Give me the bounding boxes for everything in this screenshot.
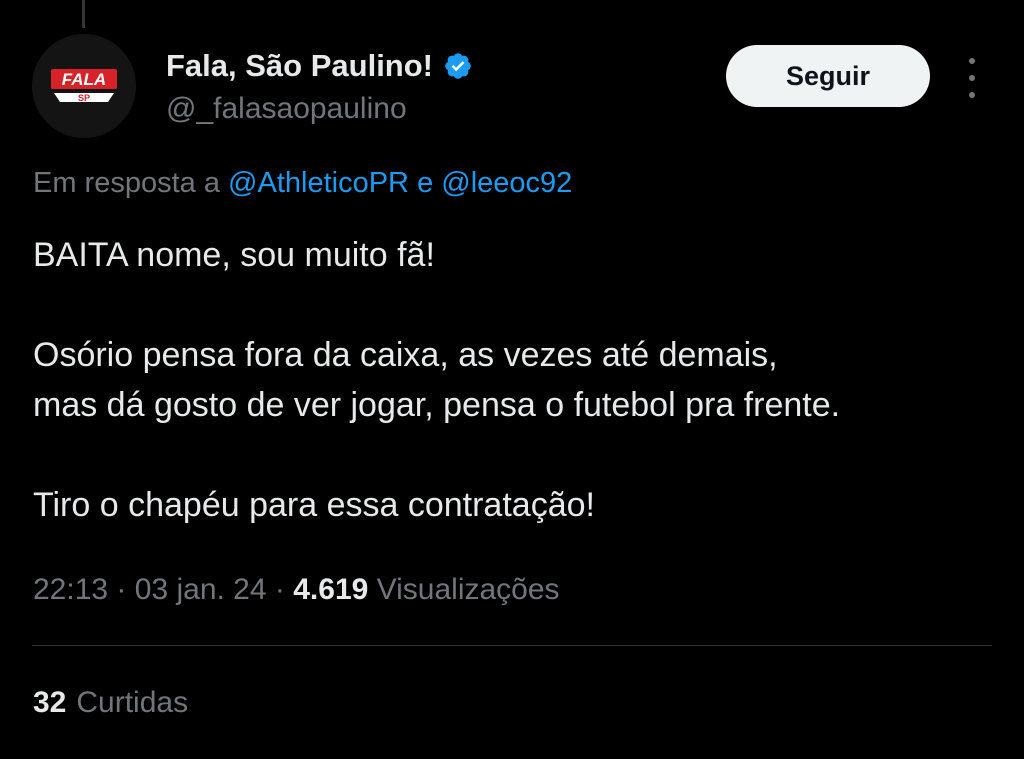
more-dot xyxy=(969,75,975,81)
tweet-text-line: Tiro o chapéu para essa contratação! xyxy=(33,486,595,524)
fala-sp-logo-icon: FALA SP xyxy=(32,34,136,138)
more-dot xyxy=(969,92,975,98)
author-name-row: Fala, São Paulino! xyxy=(166,46,473,86)
meta-separator: · xyxy=(116,573,127,606)
author-block: Fala, São Paulino! @_falasaopaulino xyxy=(166,46,473,126)
author-display-name[interactable]: Fala, São Paulino! xyxy=(166,48,433,84)
reply-mention-link[interactable]: @AthleticoPR xyxy=(228,167,409,199)
svg-text:FALA: FALA xyxy=(62,70,106,89)
avatar[interactable]: FALA SP xyxy=(32,34,136,138)
verified-badge-icon xyxy=(443,51,473,81)
likes-count: 32 xyxy=(33,686,67,719)
reply-context: Em resposta a @AthleticoPR e @leeoc92 xyxy=(33,167,572,200)
views-count: 4.619 xyxy=(293,573,369,606)
follow-button[interactable]: Seguir xyxy=(726,45,930,107)
meta-separator: · xyxy=(274,573,285,606)
likes-label: Curtidas xyxy=(76,686,189,719)
reply-prefix: Em resposta a xyxy=(33,167,220,199)
divider xyxy=(32,645,992,646)
tweet-date[interactable]: 03 jan. 24 xyxy=(135,573,267,606)
reply-conjunction: e xyxy=(417,167,434,199)
tweet-text-line: mas dá gosto de ver jogar, pensa o futeb… xyxy=(33,386,841,424)
tweet-time[interactable]: 22:13 xyxy=(33,573,108,606)
views-label: Visualizações xyxy=(376,573,560,606)
reply-mention-link[interactable]: @leeoc92 xyxy=(441,167,572,199)
tweet-screen: FALA SP Fala, São Paulino! @_falasaopaul… xyxy=(0,0,1024,759)
author-handle[interactable]: @_falasaopaulino xyxy=(166,92,473,126)
thread-connector-line xyxy=(82,0,85,28)
tweet-text-line: BAITA nome, sou muito fã! xyxy=(33,236,435,274)
likes-stat[interactable]: 32 Curtidas xyxy=(33,686,188,720)
more-vertical-icon[interactable] xyxy=(958,58,986,98)
tweet-text-line: Osório pensa fora da caixa, as vezes até… xyxy=(33,336,778,374)
tweet-meta: 22:13 · 03 jan. 24 · 4.619 Visualizações xyxy=(33,573,560,607)
tweet-text: BAITA nome, sou muito fã! Osório pensa f… xyxy=(33,230,1008,530)
svg-text:SP: SP xyxy=(78,93,90,103)
more-dot xyxy=(969,58,975,64)
